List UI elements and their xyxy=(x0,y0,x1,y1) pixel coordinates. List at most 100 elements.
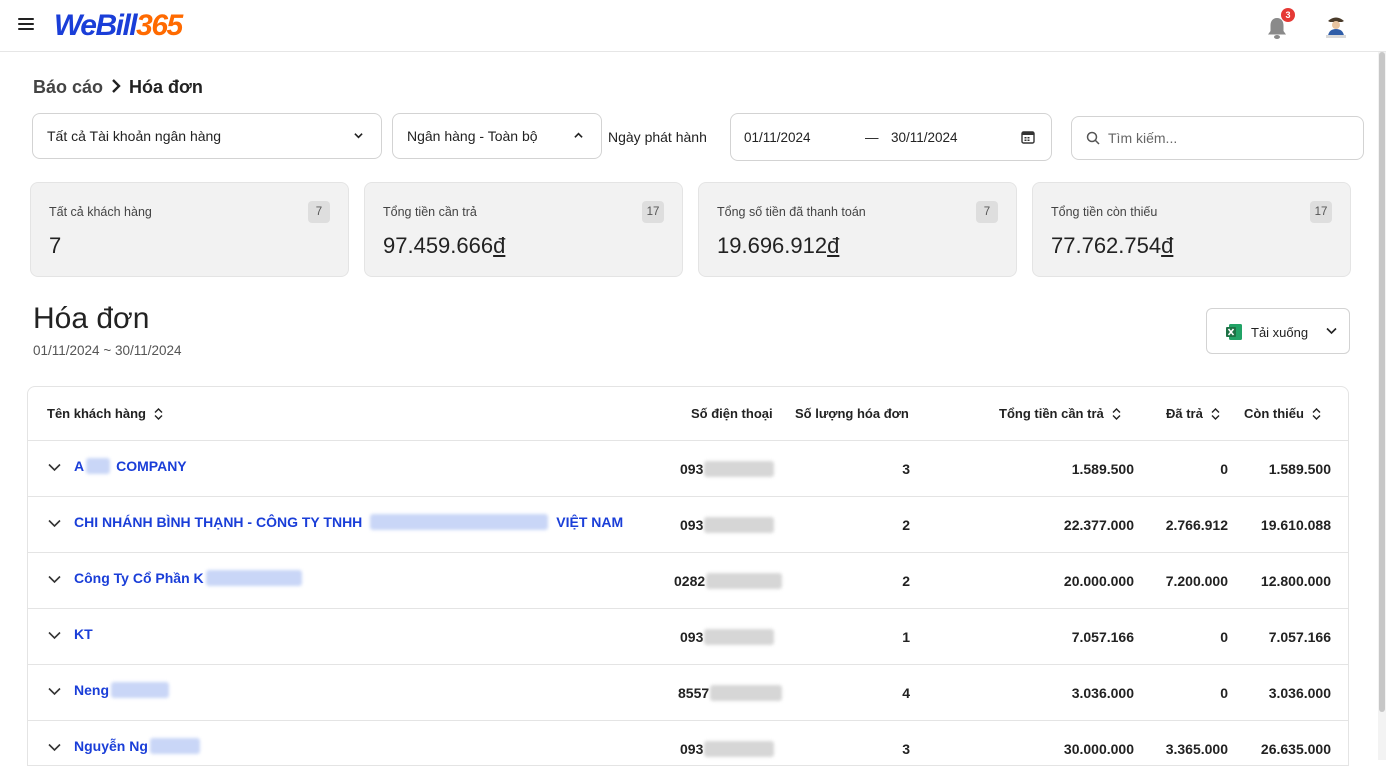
paid-amount: 7.200.000 xyxy=(1165,573,1228,589)
stat-card-total-remaining: Tổng tiền còn thiếu 17 77.762.754đ xyxy=(1032,182,1351,277)
date-separator: — xyxy=(865,130,879,145)
bank-account-select[interactable]: Tất cả Tài khoản ngân hàng xyxy=(32,113,382,159)
date-from[interactable]: 01/11/2024 xyxy=(744,130,811,145)
table-header: Tên khách hàng Số điện thoại Số lượng hó… xyxy=(28,387,1348,441)
stat-label: Tổng tiền cần trả xyxy=(383,205,477,219)
chevron-down-icon[interactable] xyxy=(48,575,61,584)
total-due: 7.057.166 xyxy=(1071,629,1134,645)
chevron-down-icon[interactable] xyxy=(48,743,61,752)
breadcrumb: Báo cáo Hóa đơn xyxy=(33,77,203,98)
chevron-down-icon xyxy=(1326,327,1337,335)
table-row[interactable]: Neng 8557 4 3.036.000 0 3.036.000 xyxy=(28,665,1348,721)
stat-badge: 7 xyxy=(308,201,330,223)
sort-icon[interactable] xyxy=(1112,407,1121,420)
customer-name[interactable]: KT xyxy=(74,626,93,642)
phone-number: 8557 xyxy=(678,685,783,701)
customer-name[interactable]: A COMPANY xyxy=(74,458,187,474)
invoice-table: Tên khách hàng Số điện thoại Số lượng hó… xyxy=(27,386,1349,766)
redacted-text xyxy=(149,738,200,754)
column-header-count: Số lượng hóa đơn xyxy=(795,406,909,421)
scrollbar-thumb[interactable] xyxy=(1379,52,1385,712)
total-due: 30.000.000 xyxy=(1063,741,1134,757)
bank-select[interactable]: Ngân hàng - Toàn bộ xyxy=(392,113,602,159)
paid-amount: 0 xyxy=(1220,685,1228,701)
breadcrumb-parent[interactable]: Báo cáo xyxy=(33,77,103,98)
redacted-text xyxy=(704,461,775,477)
search-input[interactable] xyxy=(1108,127,1348,149)
table-row[interactable]: CHI NHÁNH BÌNH THẠNH - CÔNG TY TNHH VIỆT … xyxy=(28,497,1348,553)
stat-label: Tổng tiền còn thiếu xyxy=(1051,205,1158,219)
stat-label: Tất cả khách hàng xyxy=(49,205,152,219)
avatar[interactable] xyxy=(1320,10,1352,42)
total-due: 20.000.000 xyxy=(1063,573,1134,589)
invoice-count: 2 xyxy=(902,573,910,589)
customer-name[interactable]: Nguyễn Ng xyxy=(74,738,200,754)
customer-name[interactable]: Neng xyxy=(74,682,169,698)
date-to[interactable]: 30/11/2024 xyxy=(891,130,958,145)
logo[interactable]: WeBill365 xyxy=(54,9,183,43)
paid-amount: 0 xyxy=(1220,629,1228,645)
sort-icon[interactable] xyxy=(154,407,163,420)
notification-bell-icon[interactable]: 3 xyxy=(1267,8,1295,41)
customer-name[interactable]: Công Ty Cổ Phần K xyxy=(74,570,302,586)
redacted-text xyxy=(710,685,783,701)
phone-number: 093 xyxy=(680,461,775,477)
table-row[interactable]: KT 093 1 7.057.166 0 7.057.166 xyxy=(28,609,1348,665)
total-due: 1.589.500 xyxy=(1071,461,1134,477)
invoice-count: 1 xyxy=(902,629,910,645)
redacted-text xyxy=(706,573,783,589)
phone-number: 093 xyxy=(680,517,775,533)
redacted-text xyxy=(205,570,302,586)
remaining-amount: 19.610.088 xyxy=(1260,517,1331,533)
table-row[interactable]: Công Ty Cổ Phần K 0282 2 20.000.000 7.20… xyxy=(28,553,1348,609)
notification-count-badge: 3 xyxy=(1281,8,1295,22)
table-row[interactable]: Nguyễn Ng 093 3 30.000.000 3.365.000 26.… xyxy=(28,721,1348,765)
phone-number: 093 xyxy=(680,629,775,645)
calendar-icon[interactable] xyxy=(1021,130,1035,144)
stat-card-customers: Tất cả khách hàng 7 7 xyxy=(30,182,349,277)
chevron-right-icon xyxy=(111,77,121,98)
redacted-text xyxy=(370,514,549,530)
stat-label: Tổng số tiền đã thanh toán xyxy=(717,205,866,219)
chevron-down-icon xyxy=(354,133,363,139)
invoice-count: 4 xyxy=(902,685,910,701)
chevron-up-icon xyxy=(574,132,583,138)
top-bar: WeBill365 3 xyxy=(0,0,1386,52)
search-box[interactable] xyxy=(1071,116,1364,160)
menu-icon[interactable] xyxy=(18,18,34,32)
customer-name[interactable]: CHI NHÁNH BÌNH THẠNH - CÔNG TY TNHH VIỆT … xyxy=(74,514,623,530)
sort-icon[interactable] xyxy=(1312,407,1321,420)
download-label: Tải xuống xyxy=(1251,325,1309,340)
chevron-down-icon[interactable] xyxy=(48,631,61,640)
column-header-remaining[interactable]: Còn thiếu xyxy=(1244,406,1321,421)
chevron-down-icon[interactable] xyxy=(48,519,61,528)
remaining-amount: 3.036.000 xyxy=(1268,685,1331,701)
stat-card-total-due: Tổng tiền cần trả 17 97.459.666đ xyxy=(364,182,683,277)
date-range-picker[interactable]: 01/11/2024 — 30/11/2024 xyxy=(730,113,1052,161)
column-header-paid[interactable]: Đã trả xyxy=(1166,406,1220,421)
issue-date-label: Ngày phát hành xyxy=(608,129,707,145)
paid-amount: 0 xyxy=(1220,461,1228,477)
chevron-down-icon[interactable] xyxy=(48,687,61,696)
download-button[interactable]: Tải xuống xyxy=(1206,308,1350,354)
stat-value: 19.696.912đ xyxy=(717,233,840,258)
breadcrumb-current: Hóa đơn xyxy=(129,77,203,97)
redacted-text xyxy=(704,741,775,757)
column-header-customer[interactable]: Tên khách hàng xyxy=(47,406,163,421)
sort-icon[interactable] xyxy=(1211,407,1220,420)
stat-value: 97.459.666đ xyxy=(383,233,506,258)
date-range-subtitle: 01/11/2024 ~ 30/11/2024 xyxy=(33,343,182,358)
total-due: 3.036.000 xyxy=(1071,685,1134,701)
column-header-phone: Số điện thoại xyxy=(691,406,773,421)
paid-amount: 3.365.000 xyxy=(1165,741,1228,757)
table-row[interactable]: A COMPANY 093 3 1.589.500 0 1.589.500 xyxy=(28,441,1348,497)
column-header-total[interactable]: Tổng tiền cần trả xyxy=(999,406,1121,421)
chevron-down-icon[interactable] xyxy=(48,463,61,472)
invoice-count: 2 xyxy=(902,517,910,533)
stat-card-total-paid: Tổng số tiền đã thanh toán 7 19.696.912đ xyxy=(698,182,1017,277)
redacted-text xyxy=(111,682,169,698)
stat-badge: 17 xyxy=(1310,201,1332,223)
page-title: Hóa đơn xyxy=(33,302,150,335)
bank-account-select-value: Tất cả Tài khoản ngân hàng xyxy=(47,128,222,144)
redacted-text xyxy=(86,458,111,474)
